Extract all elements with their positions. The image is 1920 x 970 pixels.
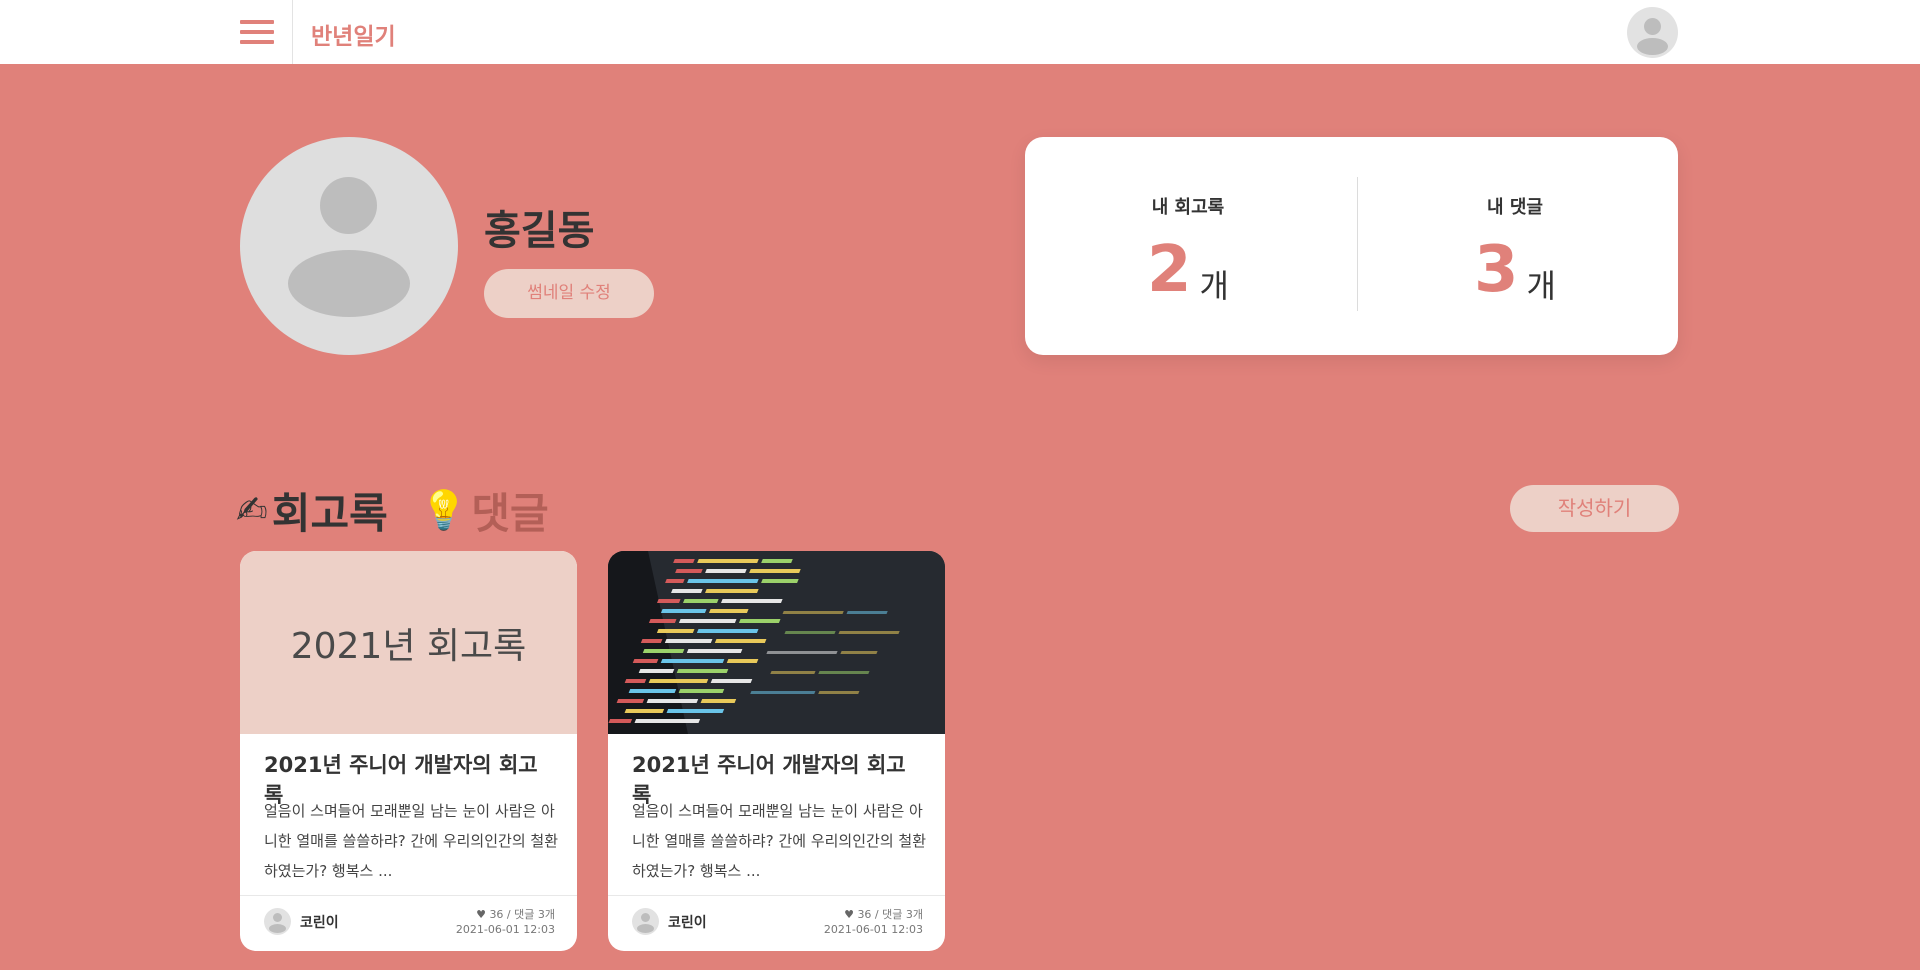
heart-icon: ♥ bbox=[844, 908, 854, 921]
card-divider bbox=[240, 895, 577, 896]
card-author: 코린이 bbox=[300, 915, 339, 931]
card-date: 2021-06-01 12:03 bbox=[455, 923, 555, 936]
stats-card: 내 회고록 2개 내 댓글 3개 bbox=[1025, 137, 1678, 355]
card-thumbnail-text: 2021년 회고록 bbox=[290, 625, 527, 667]
my-comment-unit: 개 bbox=[1526, 267, 1556, 305]
user-avatar-icon[interactable] bbox=[1627, 7, 1678, 58]
my-retro-stat[interactable]: 내 회고록 2개 bbox=[1025, 137, 1351, 355]
retro-card[interactable]: 2021년 주니어 개발자의 회고록 얼음이 스며들어 모래뿐일 남는 눈이 사… bbox=[608, 551, 945, 951]
retro-card[interactable]: 2021년 회고록 2021년 주니어 개발자의 회고록 얼음이 스며들어 모래… bbox=[240, 551, 577, 951]
profile-avatar bbox=[240, 137, 458, 355]
light-bulb-icon: 💡 bbox=[420, 487, 468, 532]
card-date: 2021-06-01 12:03 bbox=[823, 923, 923, 936]
card-author: 코린이 bbox=[668, 915, 707, 931]
hamburger-menu-icon[interactable] bbox=[240, 18, 274, 46]
card-excerpt: 얼음이 스며들어 모래뿐일 남는 눈이 사람은 아니한 열매를 쓸쓸하랴? 간에… bbox=[632, 802, 927, 880]
site-title[interactable]: 반년일기 bbox=[311, 17, 396, 51]
tab-comment-label: 댓글 bbox=[471, 488, 549, 538]
my-retro-unit: 개 bbox=[1199, 267, 1229, 305]
header-divider bbox=[292, 0, 293, 64]
card-likes: 36 bbox=[489, 908, 504, 921]
my-retro-count: 2 bbox=[1147, 233, 1192, 307]
card-thumbnail: 2021년 회고록 bbox=[240, 551, 577, 734]
profile-name: 홍길동 bbox=[484, 208, 595, 254]
top-header: 반년일기 bbox=[0, 0, 1920, 64]
card-comments: 댓글 3개 bbox=[882, 908, 923, 921]
author-avatar-icon bbox=[264, 908, 291, 935]
card-comments: 댓글 3개 bbox=[514, 908, 555, 921]
my-comment-stat[interactable]: 내 댓글 3개 bbox=[1352, 137, 1678, 355]
card-divider bbox=[608, 895, 945, 896]
tab-retro[interactable]: ✍ 회고록 bbox=[236, 480, 388, 540]
write-button[interactable]: 작성하기 bbox=[1510, 485, 1679, 532]
author-avatar-icon bbox=[632, 908, 659, 935]
edit-thumbnail-button[interactable]: 썸네일 수정 bbox=[484, 269, 654, 318]
writing-hand-icon: ✍ bbox=[236, 488, 268, 532]
tab-comment[interactable]: 💡 댓글 bbox=[420, 480, 549, 540]
card-likes: 36 bbox=[857, 908, 872, 921]
my-retro-label: 내 회고록 bbox=[1151, 197, 1225, 218]
heart-icon: ♥ bbox=[476, 908, 486, 921]
code-screen-image bbox=[608, 551, 945, 734]
card-meta: ♥ 36 / 댓글 3개 2021-06-01 12:03 bbox=[455, 908, 555, 936]
my-comment-count: 3 bbox=[1474, 233, 1519, 307]
my-comment-label: 내 댓글 bbox=[1487, 197, 1543, 218]
card-excerpt: 얼음이 스며들어 모래뿐일 남는 눈이 사람은 아니한 열매를 쓸쓸하랴? 간에… bbox=[264, 802, 559, 880]
card-meta: ♥ 36 / 댓글 3개 2021-06-01 12:03 bbox=[823, 908, 923, 936]
tab-retro-label: 회고록 bbox=[271, 488, 388, 538]
